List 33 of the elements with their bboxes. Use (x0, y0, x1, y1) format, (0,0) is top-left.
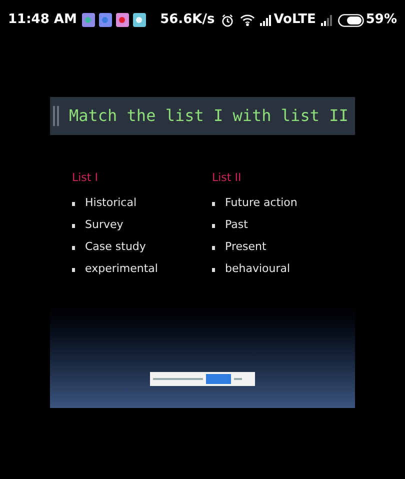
network-speed: 56.6K/s (160, 11, 215, 30)
list-heading: List I (72, 170, 99, 186)
list-item: Survey (85, 217, 124, 234)
bullet-icon (212, 202, 215, 206)
bullet-icon (212, 224, 215, 228)
list-item: Future action (225, 195, 298, 212)
list-item: Present (225, 239, 266, 256)
signal-icon (260, 14, 272, 26)
battery-level: 59% (366, 11, 397, 30)
bullet-icon (72, 202, 75, 206)
network-type: VoLTE (274, 11, 316, 30)
list-item: experimental (85, 261, 158, 278)
banner-stripes-icon (53, 106, 59, 126)
bullet-icon (212, 246, 215, 250)
app-notification-icon (116, 13, 129, 27)
bullet-icon (72, 246, 75, 250)
battery-icon (338, 14, 364, 26)
app-notification-icon (82, 13, 95, 27)
list-item: Past (225, 217, 248, 234)
list-item: behavioural (225, 261, 290, 278)
bullet-icon (72, 224, 75, 228)
bullet-icon (212, 268, 215, 272)
app-notification-icon (98, 13, 112, 27)
clock: 11:48 AM (8, 11, 77, 30)
slide-title: Match the list I with list II (69, 105, 348, 127)
bullet-icon (72, 268, 75, 272)
wifi-icon (240, 14, 255, 26)
alarm-icon (220, 14, 234, 26)
list-item: Case study (85, 239, 146, 256)
signal-icon (320, 14, 333, 26)
app-notification-icon (132, 13, 146, 27)
list-item: Historical (85, 195, 137, 212)
list-heading: List II (212, 170, 242, 186)
